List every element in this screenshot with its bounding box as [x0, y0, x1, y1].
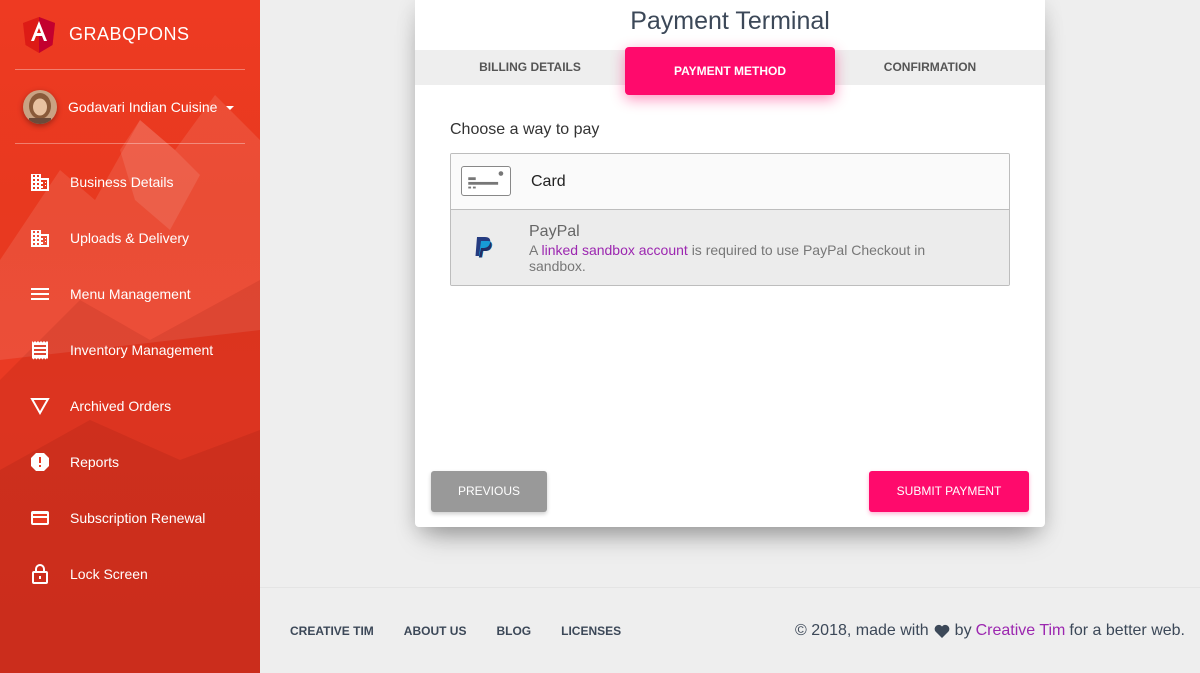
footer: CREATIVE TIM ABOUT US BLOG LICENSES © 20…	[260, 587, 1200, 673]
copyright-text: © 2018, made with	[795, 622, 929, 639]
sidebar-item-label: Business Details	[70, 174, 174, 190]
copyright-post: for a better web.	[1069, 622, 1185, 639]
brand-name: GRABQPONS	[69, 24, 190, 44]
paypal-description: A linked sandbox account is required to …	[529, 242, 969, 274]
footer-link-about-us[interactable]: ABOUT US	[404, 624, 467, 638]
payment-option-card-label: Card	[531, 173, 566, 190]
footer-link-creative-tim[interactable]: CREATIVE TIM	[290, 624, 374, 638]
user-menu[interactable]: Godavari Indian Cuisine	[15, 70, 245, 144]
heart-icon	[934, 624, 950, 638]
choose-payment-heading: Choose a way to pay	[450, 121, 600, 138]
chevron-down-icon	[226, 105, 235, 110]
sidebar-item-uploads-delivery[interactable]: Uploads & Delivery	[0, 210, 260, 266]
paypal-desc-pre: A	[529, 242, 538, 258]
alert-icon	[30, 452, 50, 472]
previous-button[interactable]: PREVIOUS	[431, 471, 547, 512]
sidebar-item-label: Subscription Renewal	[70, 510, 206, 526]
payment-option-paypal[interactable]: PayPal A linked sandbox account is requi…	[451, 210, 1009, 285]
credit-card-icon	[30, 508, 50, 528]
sidebar-item-inventory-management[interactable]: Inventory Management	[0, 322, 260, 378]
payment-card: Payment Terminal BILLING DETAILS CONFIRM…	[415, 0, 1045, 527]
sidebar-item-reports[interactable]: Reports	[0, 434, 260, 490]
sidebar-item-label: Lock Screen	[70, 566, 148, 582]
footer-links: CREATIVE TIM ABOUT US BLOG LICENSES	[290, 624, 651, 638]
sidebar-item-subscription-renewal[interactable]: Subscription Renewal	[0, 490, 260, 546]
sidebar-item-lock-screen[interactable]: Lock Screen	[0, 546, 260, 602]
sidebar-item-archived-orders[interactable]: Archived Orders	[0, 378, 260, 434]
sidebar-item-label: Reports	[70, 454, 120, 470]
tab-payment-method[interactable]: PAYMENT METHOD	[625, 47, 835, 95]
credit-card-icon	[461, 166, 511, 196]
payment-method-list: Card PayPal A linked sandbox account is …	[450, 153, 1010, 286]
building-icon	[30, 172, 50, 192]
tab-billing-details[interactable]: BILLING DETAILS	[415, 50, 645, 85]
sidebar-item-menu-management[interactable]: Menu Management	[0, 266, 260, 322]
sidebar: GRABQPONS Godavari Indian Cuisine Busine…	[0, 0, 260, 673]
brand[interactable]: GRABQPONS	[15, 0, 245, 70]
angular-logo-icon	[23, 16, 55, 53]
avatar	[23, 89, 57, 124]
sidebar-item-label: Inventory Management	[70, 342, 214, 358]
sidebar-item-label: Uploads & Delivery	[70, 230, 190, 246]
creative-tim-link[interactable]: Creative Tim	[976, 622, 1066, 640]
triangle-down-icon	[30, 396, 50, 416]
lock-icon	[30, 564, 50, 584]
sidebar-item-label: Archived Orders	[70, 398, 172, 414]
sidebar-nav: Business Details Uploads & Delivery Menu…	[0, 154, 260, 602]
footer-link-licenses[interactable]: LICENSES	[561, 624, 621, 638]
copyright: © 2018, made with by Creative Tim for a …	[795, 622, 1185, 640]
payment-option-card[interactable]: Card	[451, 154, 1009, 210]
sidebar-item-label: Menu Management	[70, 286, 191, 302]
tab-confirmation[interactable]: CONFIRMATION	[825, 50, 1035, 85]
paypal-title: PayPal	[529, 223, 580, 240]
paypal-icon	[475, 237, 493, 258]
footer-link-blog[interactable]: BLOG	[496, 624, 531, 638]
page-title: Payment Terminal	[630, 7, 830, 35]
user-name: Godavari Indian Cuisine	[68, 98, 218, 115]
building-icon	[30, 228, 50, 248]
sidebar-item-business-details[interactable]: Business Details	[0, 154, 260, 210]
copyright-by: by	[954, 622, 972, 639]
receipt-icon	[30, 340, 50, 360]
linked-sandbox-account-link[interactable]: linked sandbox account	[541, 242, 687, 258]
menu-lines-icon	[30, 284, 50, 304]
submit-payment-button[interactable]: SUBMIT PAYMENT	[869, 471, 1029, 512]
